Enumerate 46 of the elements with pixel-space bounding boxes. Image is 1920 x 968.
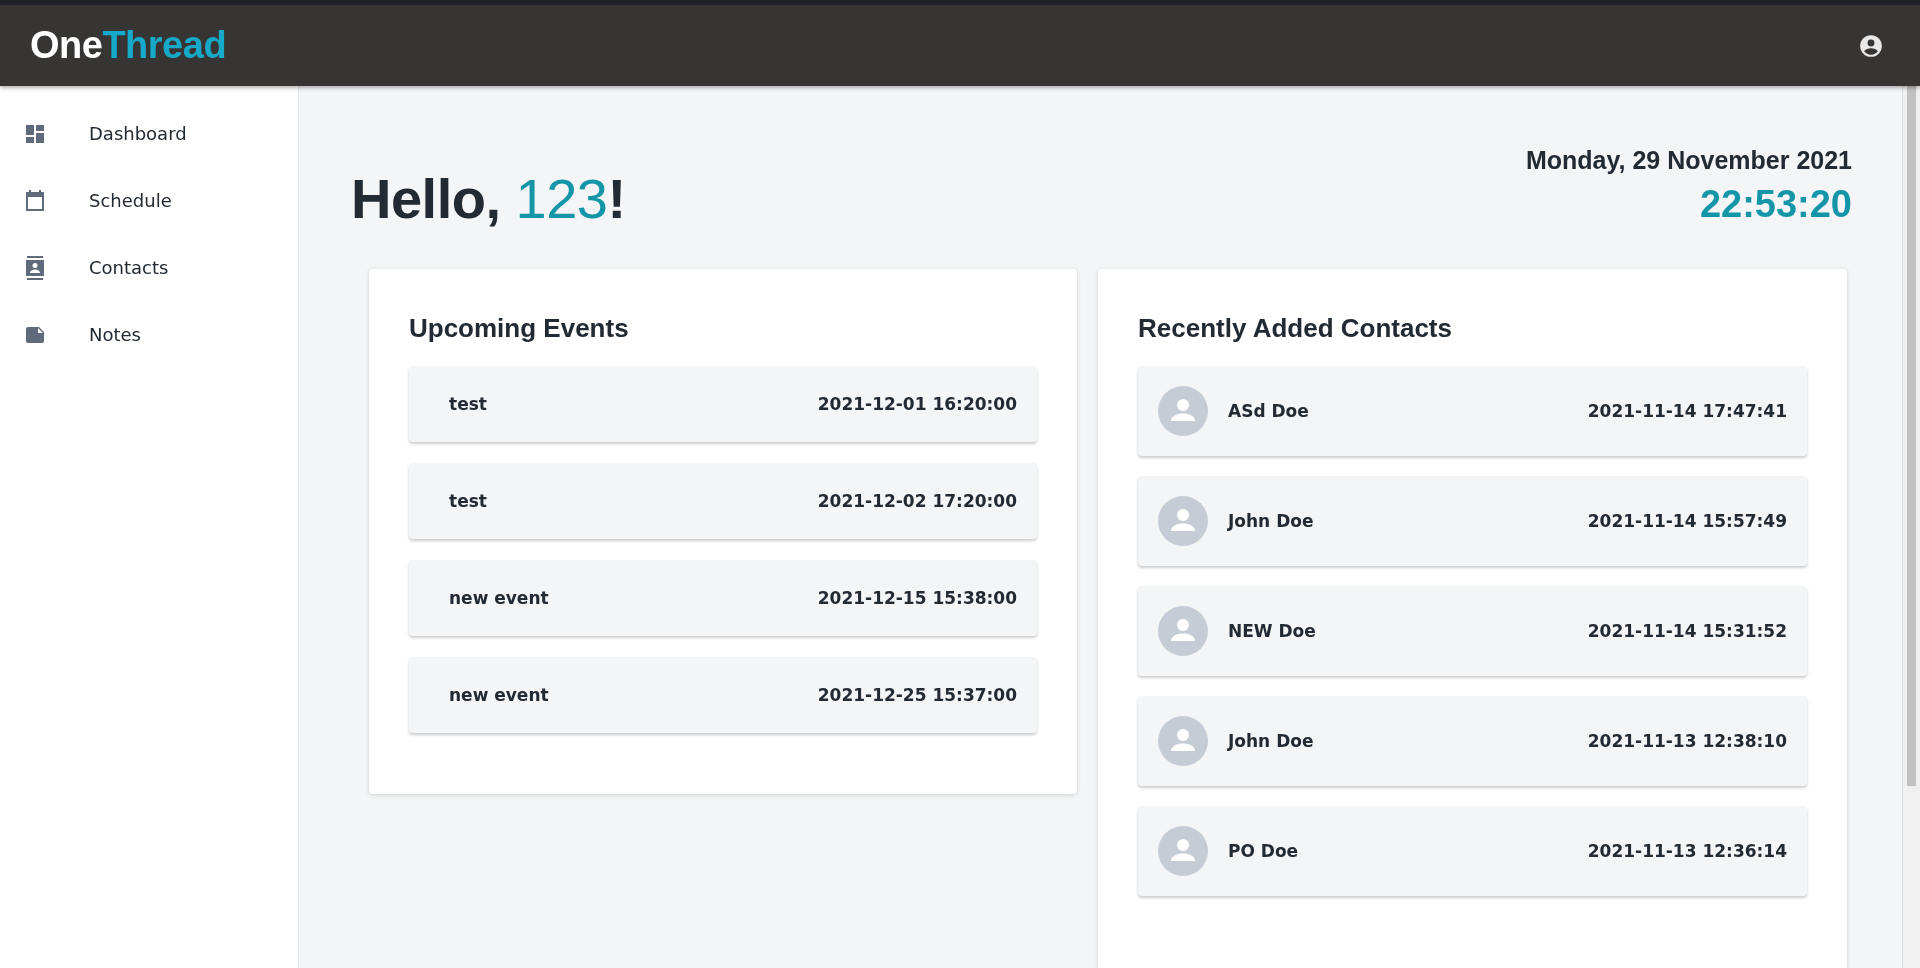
contact-row[interactable]: ASd Doe 2021-11-14 17:47:41 xyxy=(1138,366,1807,456)
event-row[interactable]: new event 2021-12-15 15:38:00 xyxy=(409,560,1037,636)
contact-row[interactable]: John Doe 2021-11-13 12:38:10 xyxy=(1138,696,1807,786)
event-name: new event xyxy=(449,685,550,705)
event-name: test xyxy=(449,491,488,511)
account-icon[interactable] xyxy=(1858,32,1884,59)
event-datetime: 2021-12-01 16:20:00 xyxy=(817,394,1017,414)
event-datetime: 2021-12-25 15:37:00 xyxy=(817,685,1017,705)
event-row[interactable]: test 2021-12-01 16:20:00 xyxy=(409,366,1037,442)
contact-added-datetime: 2021-11-13 12:36:14 xyxy=(1587,841,1787,861)
event-row[interactable]: new event 2021-12-25 15:37:00 xyxy=(409,657,1037,733)
contact-added-datetime: 2021-11-13 12:38:10 xyxy=(1587,731,1787,751)
calendar-icon xyxy=(23,188,47,213)
card-title: Upcoming Events xyxy=(409,313,630,344)
sidebar-item[interactable]: Dashboard xyxy=(0,100,298,167)
avatar-icon xyxy=(1158,386,1208,436)
event-datetime: 2021-12-02 17:20:00 xyxy=(817,491,1017,511)
avatar-icon xyxy=(1158,606,1208,656)
avatar-icon xyxy=(1158,826,1208,876)
contact-added-datetime: 2021-11-14 15:57:49 xyxy=(1587,511,1787,531)
card-title: Recently Added Contacts xyxy=(1138,313,1453,344)
contact-name: ASd Doe xyxy=(1228,401,1310,421)
contact-added-datetime: 2021-11-14 15:31:52 xyxy=(1587,621,1787,641)
greeting-heading: Hello, 123! xyxy=(351,166,626,231)
event-name: new event xyxy=(449,588,550,608)
sidebar-item[interactable]: Notes xyxy=(0,301,298,368)
sidebar-item[interactable]: Schedule xyxy=(0,167,298,234)
brand-logo[interactable]: OneThread xyxy=(30,24,227,67)
contact-added-datetime: 2021-11-14 17:47:41 xyxy=(1587,401,1787,421)
contact-name: NEW Doe xyxy=(1228,621,1317,641)
avatar-icon xyxy=(1158,496,1208,546)
contact-row[interactable]: John Doe 2021-11-14 15:57:49 xyxy=(1138,476,1807,566)
clock-time: 22:53:20 xyxy=(1698,183,1852,226)
contact-name: John Doe xyxy=(1228,511,1315,531)
avatar-icon xyxy=(1158,716,1208,766)
contact-name: John Doe xyxy=(1228,731,1315,751)
contact-row[interactable]: NEW Doe 2021-11-14 15:31:52 xyxy=(1138,586,1807,676)
contacts-icon xyxy=(23,255,47,280)
event-row[interactable]: test 2021-12-02 17:20:00 xyxy=(409,463,1037,539)
contact-row[interactable]: PO Doe 2021-11-13 12:36:14 xyxy=(1138,806,1807,896)
event-name: test xyxy=(449,394,488,414)
event-datetime: 2021-12-15 15:38:00 xyxy=(817,588,1017,608)
scrollbar[interactable] xyxy=(1902,86,1920,968)
sidebar-item[interactable]: Contacts xyxy=(0,234,298,301)
contact-name: PO Doe xyxy=(1228,841,1300,861)
date-text: Monday, 29 November 2021 xyxy=(1525,146,1852,175)
